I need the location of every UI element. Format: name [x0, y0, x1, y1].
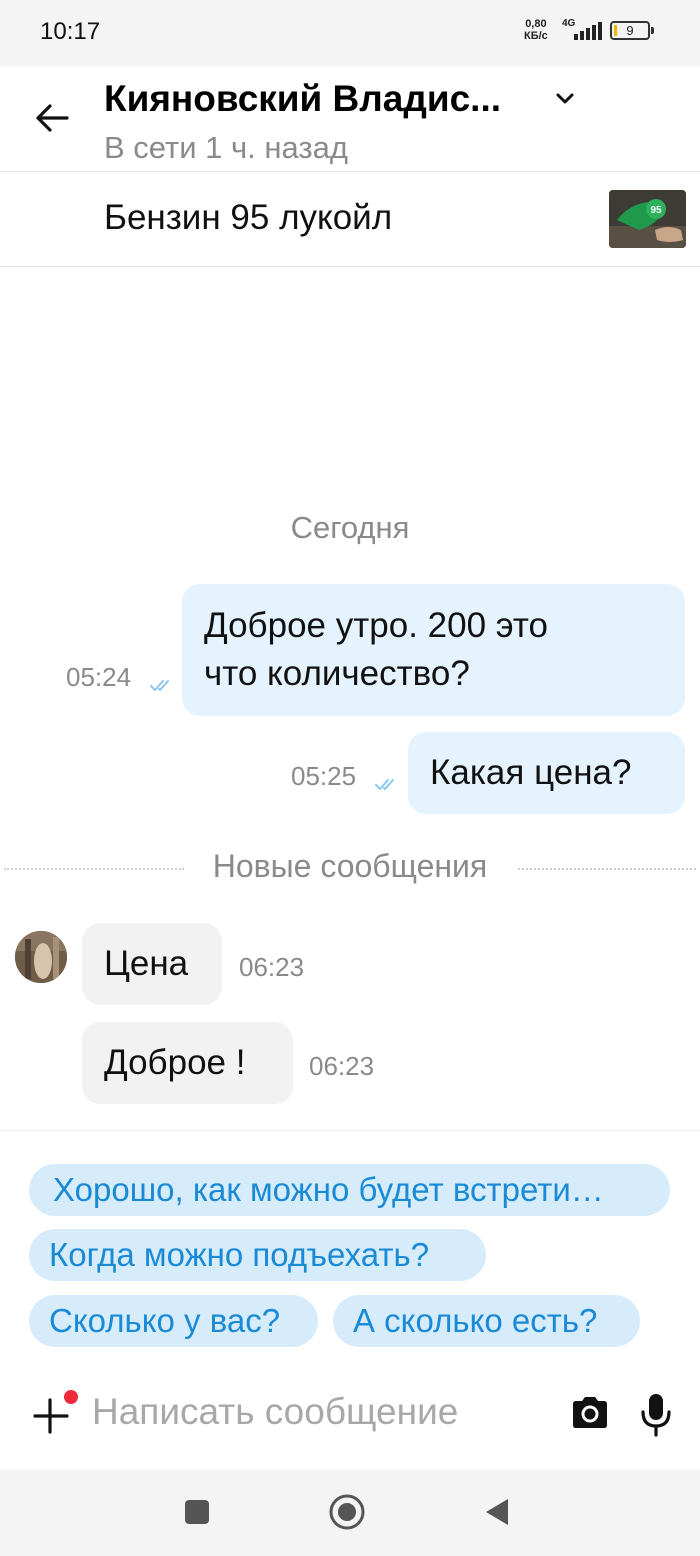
arrow-left-icon — [36, 104, 69, 132]
network-speed-value: 0,80 — [525, 18, 547, 30]
message-composer — [0, 1370, 700, 1470]
quick-reply-chip[interactable]: Сколько у вас? — [29, 1295, 318, 1347]
camera-button[interactable] — [570, 1392, 610, 1432]
contact-name[interactable]: Кияновский Владис... — [104, 78, 544, 120]
signal-icon: 4G — [560, 18, 602, 42]
contact-status: В сети 1 ч. назад — [104, 130, 348, 165]
quick-reply-chip[interactable]: А сколько есть? — [333, 1295, 640, 1347]
quick-reply-chip[interactable]: Хорошо, как можно будет встрети… — [29, 1164, 670, 1216]
listing-thumbnail: 95 — [609, 190, 686, 248]
quick-replies: Хорошо, как можно будет встрети… Когда м… — [0, 1130, 700, 1370]
status-bar: 10:17 0,80 КБ/с 4G 9 — [0, 0, 700, 66]
triangle-back-icon — [486, 1499, 508, 1525]
thumbnail-badge: 95 — [650, 205, 662, 216]
message-time: 06:23 — [309, 1051, 375, 1081]
battery-level: 9 — [626, 23, 634, 38]
message-bubble-incoming[interactable]: Доброе ! — [82, 1022, 293, 1104]
message-bubble-outgoing[interactable]: Доброе утро. 200 это что количество? — [182, 584, 685, 716]
message-bubble-outgoing[interactable]: Какая цена? — [408, 732, 685, 814]
read-ticks-icon — [150, 680, 169, 691]
message-text: Доброе утро. 200 это — [204, 606, 548, 645]
camera-icon — [573, 1397, 607, 1428]
new-messages-separator: Новые сообщения — [0, 848, 700, 888]
microphone-icon — [641, 1394, 671, 1437]
message-bubble-incoming[interactable]: Цена — [82, 923, 222, 1005]
nav-recents-button[interactable] — [175, 1490, 219, 1534]
network-type: 4G — [562, 18, 576, 29]
message-text: Цена — [104, 944, 189, 983]
message-text: что количество? — [204, 654, 470, 693]
message-input[interactable] — [92, 1384, 552, 1440]
chevron-down-icon — [556, 93, 574, 104]
nav-back-button[interactable] — [475, 1490, 519, 1534]
circle-icon — [329, 1494, 365, 1530]
message-text: Доброе ! — [104, 1043, 246, 1082]
status-time: 10:17 — [40, 18, 101, 45]
square-icon — [185, 1500, 209, 1524]
message-time: 05:25 — [291, 761, 357, 791]
message-text: Какая цена? — [430, 753, 632, 792]
nav-home-button[interactable] — [325, 1490, 369, 1534]
read-ticks-icon — [375, 779, 394, 790]
network-speed-unit: КБ/с — [524, 30, 548, 42]
contact-dropdown-button[interactable] — [552, 86, 578, 112]
date-separator: Сегодня — [290, 510, 410, 545]
chat-header: Кияновский Владис... В сети 1 ч. назад — [0, 66, 700, 172]
back-button[interactable] — [30, 96, 74, 140]
listing-title: Бензин 95 лукойл — [104, 198, 393, 237]
listing-bar[interactable]: Бензин 95 лукойл 95 — [0, 172, 700, 267]
new-messages-label: Новые сообщения — [212, 848, 488, 884]
microphone-button[interactable] — [638, 1390, 674, 1438]
message-time: 06:23 — [239, 952, 305, 982]
contact-avatar[interactable] — [15, 931, 67, 983]
system-nav-bar — [0, 1470, 700, 1556]
network-speed: 0,80 КБ/с — [524, 18, 548, 42]
message-time: 05:24 — [66, 662, 132, 692]
notification-dot — [64, 1390, 78, 1404]
battery-icon: 9 — [610, 21, 654, 40]
quick-reply-chip[interactable]: Когда можно подъехать? — [29, 1229, 486, 1281]
